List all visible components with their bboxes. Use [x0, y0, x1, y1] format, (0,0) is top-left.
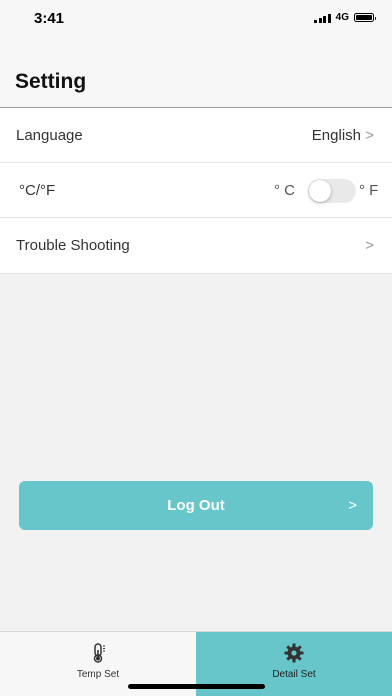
toggle-knob	[309, 180, 331, 202]
gear-icon	[284, 643, 304, 663]
fahrenheit-label: ° F	[359, 182, 379, 199]
chevron-right-icon: >	[365, 127, 374, 144]
home-indicator	[128, 684, 265, 689]
chevron-right-icon: >	[365, 237, 374, 254]
tab-label: Temp Set	[76, 669, 120, 680]
unit-toggle[interactable]	[308, 179, 356, 203]
signal-icon	[314, 13, 331, 23]
trouble-shooting-label: Trouble Shooting	[16, 237, 130, 254]
units-label: °C/°F	[19, 182, 56, 199]
language-label: Language	[16, 127, 83, 144]
units-row: °C/°F ° C ° F	[0, 163, 392, 218]
status-time: 3:41	[34, 10, 65, 27]
network-type: 4G	[335, 12, 349, 23]
language-row[interactable]: Language English >	[0, 108, 392, 163]
logout-label: Log Out	[167, 497, 225, 514]
status-bar: 3:41 4G	[0, 0, 392, 38]
thermometer-icon	[93, 643, 105, 663]
language-value: English	[311, 127, 361, 144]
settings-list: Language English > °C/°F ° C ° F Trouble…	[0, 108, 392, 274]
page-title: Setting	[15, 70, 87, 93]
header: Setting	[0, 38, 392, 108]
status-icons: 4G	[314, 12, 376, 23]
logout-button[interactable]: Log Out >	[19, 481, 373, 530]
celsius-label: ° C	[274, 182, 295, 199]
battery-icon	[354, 13, 376, 22]
trouble-shooting-row[interactable]: Trouble Shooting >	[0, 218, 392, 274]
tab-label: Detail Set	[272, 669, 316, 680]
chevron-right-icon: >	[348, 497, 357, 514]
